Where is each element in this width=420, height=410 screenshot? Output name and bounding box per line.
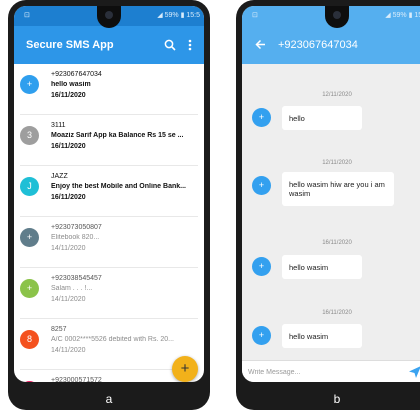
more-vert-icon[interactable] <box>180 35 200 55</box>
contact-title: +923067647034 <box>278 39 358 51</box>
message-preview: Enjoy the best Mobile and Online Bank... <box>51 183 186 190</box>
search-icon[interactable] <box>160 35 180 55</box>
status-right: ◢ 59% ▮ 15:5 <box>157 12 200 19</box>
message-text: hello wasim hiw are you i am wasim <box>289 180 385 198</box>
phone-a-screen: ⊡ ◢ 59% ▮ 15:5 Secure SMS App + +92306764… <box>14 6 204 382</box>
phone-b-screen: ⊡ ◢ 59% ▮ 15:5 +923067647034 12/11/2020 +… <box>242 6 420 382</box>
phone-b: ⊡ ◢ 59% ▮ 15:5 +923067647034 12/11/2020 +… <box>236 0 420 410</box>
conversation-row[interactable]: + +923067647034 hello wasim 16/11/2020 <box>14 64 204 115</box>
message-date: 16/11/2020 <box>51 143 86 150</box>
message-preview: A/C 0002****5526 debited with Rs. 20... <box>51 336 174 343</box>
caption-a: a <box>105 392 113 406</box>
avatar: 8 <box>20 330 39 349</box>
message-date: 14/11/2020 <box>51 296 86 303</box>
message-bubble: hello wasim <box>282 255 362 279</box>
avatar: + <box>20 381 39 382</box>
message-date: 14/11/2020 <box>51 245 86 252</box>
message-date: 14/11/2020 <box>51 347 86 354</box>
message-date: 16/11/2020 <box>322 240 352 246</box>
message-bubble: hello <box>282 106 362 130</box>
message-preview: Moaziz Sarif App ka Balance Rs 15 se ... <box>51 132 184 139</box>
sender-address: +923000571572 <box>51 377 102 382</box>
message-preview: Elitebook 820... <box>51 234 100 241</box>
message-bubble: hello wasim <box>282 324 362 348</box>
sender-address: +923038545457 <box>51 275 102 282</box>
message-date: 16/11/2020 <box>322 310 352 316</box>
sender-address: JAZZ <box>51 173 68 180</box>
status-left: ⊡ <box>252 12 258 19</box>
status-right: ◢ 59% ▮ 15:5 <box>385 12 420 19</box>
sender-avatar: + <box>252 326 271 345</box>
send-icon[interactable] <box>408 365 420 379</box>
status-left: ⊡ <box>24 12 30 19</box>
avatar: + <box>20 228 39 247</box>
conversation-list: + +923067647034 hello wasim 16/11/2020 3 3111… <box>14 64 204 382</box>
sender-avatar: + <box>252 108 271 127</box>
sender-address: 8257 <box>51 326 67 333</box>
avatar: J <box>20 177 39 196</box>
sender-address: +923067647034 <box>51 71 102 78</box>
caption-b: b <box>333 392 341 406</box>
message-input[interactable] <box>248 365 398 379</box>
message-text: hello <box>289 113 305 123</box>
message-date: 12/11/2020 <box>322 92 352 98</box>
app-title: Secure SMS App <box>26 39 114 51</box>
phone-a: ⊡ ◢ 59% ▮ 15:5 Secure SMS App + +92306764… <box>8 0 210 410</box>
message-preview: hello wasim <box>51 81 91 88</box>
app-bar: Secure SMS App <box>14 26 204 64</box>
conversation-row[interactable]: + +923038545457 Salam . . . !... 14/11/2020 <box>14 268 204 319</box>
conversation-row[interactable]: 3 3111 Moaziz Sarif App ka Balance Rs 15 s… <box>14 115 204 166</box>
message-text: hello wasim <box>289 262 329 272</box>
composer <box>242 360 420 382</box>
sender-address: 3111 <box>51 122 66 129</box>
message-date: 12/11/2020 <box>322 160 352 166</box>
message-date: 16/11/2020 <box>51 92 86 99</box>
chat-header: +923067647034 <box>242 26 420 64</box>
avatar: 3 <box>20 126 39 145</box>
message-date: 16/11/2020 <box>51 194 86 201</box>
sender-avatar: + <box>252 176 271 195</box>
message-bubble: hello wasim hiw are you i am wasim <box>282 172 394 206</box>
message-preview: Salam . . . !... <box>51 285 93 292</box>
conversation-row[interactable]: + +923073050807 Elitebook 820... 14/11/2020 <box>14 217 204 268</box>
message-thread: 12/11/2020 + hello 12/11/2020 + hello wasim h… <box>242 64 420 360</box>
avatar: + <box>20 75 39 94</box>
message-text: hello wasim <box>289 331 329 341</box>
avatar: + <box>20 279 39 298</box>
sender-address: +923073050807 <box>51 224 102 231</box>
new-message-fab[interactable]: + <box>172 356 198 382</box>
conversation-row[interactable]: J JAZZ Enjoy the best Mobile and Online Ba… <box>14 166 204 217</box>
sender-avatar: + <box>252 257 271 276</box>
back-arrow-icon[interactable] <box>250 35 270 55</box>
